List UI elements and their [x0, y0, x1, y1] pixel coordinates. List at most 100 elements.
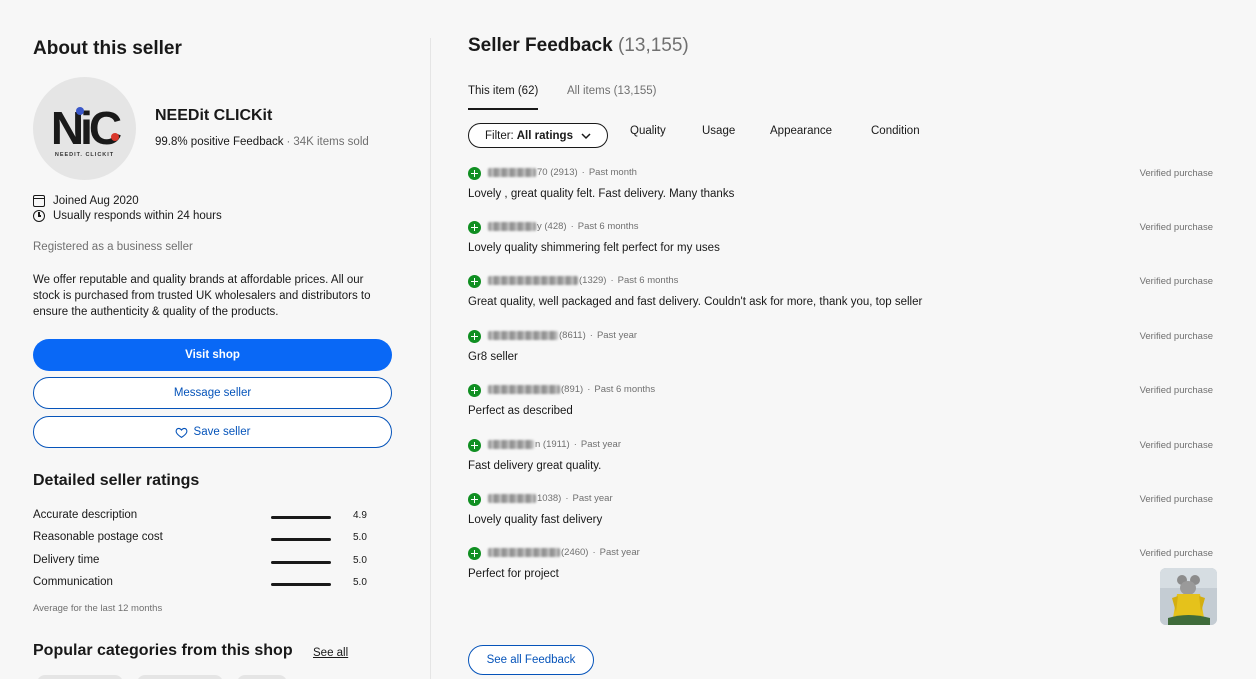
- rating-bar: [271, 583, 331, 586]
- feedback-item: (2460) · Past year Verified purchase Perfe…: [468, 547, 1213, 597]
- meta-separator: ·: [573, 439, 577, 450]
- category-chip[interactable]: [37, 675, 123, 679]
- feedback-meta: 70 (2913) · Past month: [488, 167, 637, 178]
- tab-this-item[interactable]: This item (62): [468, 85, 538, 97]
- filter-tab-usage[interactable]: Usage: [702, 125, 735, 137]
- logo-monogram: NiC: [50, 102, 122, 154]
- seller-name[interactable]: NEEDit CLICKit: [155, 107, 272, 125]
- rating-row: Communication 5.0: [33, 576, 373, 592]
- feedback-time: Past 6 months: [617, 275, 679, 286]
- verified-purchase-label: Verified purchase: [1139, 276, 1213, 287]
- responds-text: Usually responds within 24 hours: [53, 210, 222, 222]
- category-chip[interactable]: [137, 675, 223, 679]
- category-chip[interactable]: [237, 675, 287, 679]
- feedback-photo-thumbnail[interactable]: [1160, 568, 1217, 625]
- seller-stats: 99.8% positive Feedback · 34K items sold: [155, 136, 369, 148]
- blurred-username: [488, 168, 536, 177]
- logo-red-dot: [111, 133, 119, 141]
- feedback-meta: n (1911) · Past year: [488, 439, 621, 450]
- rating-label: Communication: [33, 576, 113, 588]
- filter-label: Filter:: [485, 129, 514, 142]
- filter-tab-condition[interactable]: Condition: [871, 125, 920, 137]
- registered-business-text: Registered as a business seller: [33, 241, 193, 253]
- save-seller-button[interactable]: Save seller: [33, 416, 392, 448]
- feedback-text: Perfect for project: [468, 568, 559, 580]
- chevron-down-icon: [581, 132, 591, 139]
- see-all-feedback-button[interactable]: See all Feedback: [468, 645, 594, 675]
- active-tab-indicator: [468, 108, 538, 110]
- positive-rating-icon: [468, 384, 481, 397]
- detailed-ratings-heading: Detailed seller ratings: [33, 472, 200, 489]
- feedback-text: Fast delivery great quality.: [468, 460, 602, 472]
- verified-purchase-label: Verified purchase: [1139, 494, 1213, 505]
- column-divider: [430, 38, 431, 679]
- feedback-time: Past year: [572, 493, 613, 504]
- logo-blue-dot: [76, 107, 84, 115]
- feedback-item: y (428) · Past 6 months Verified purchase …: [468, 221, 1213, 271]
- joined-text: Joined Aug 2020: [53, 195, 139, 207]
- filter-tab-quality[interactable]: Quality: [630, 125, 666, 137]
- rating-value: 5.0: [353, 555, 367, 566]
- rating-value: 5.0: [353, 577, 367, 588]
- feedback-time: Past 6 months: [594, 384, 656, 395]
- joined-row: Joined Aug 2020: [33, 195, 139, 207]
- verified-purchase-label: Verified purchase: [1139, 385, 1213, 396]
- seller-logo[interactable]: NiC NEEDIT. CLICKIT: [33, 77, 136, 180]
- verified-purchase-label: Verified purchase: [1139, 440, 1213, 451]
- items-sold-text: 34K items sold: [293, 136, 369, 148]
- filter-value: All ratings: [516, 129, 573, 142]
- rating-row: Delivery time 5.0: [33, 554, 373, 570]
- positive-rating-icon: [468, 330, 481, 343]
- positive-rating-icon: [468, 493, 481, 506]
- filter-tab-appearance[interactable]: Appearance: [770, 125, 832, 137]
- blurred-username: [488, 331, 558, 340]
- feedback-user-score: y (428): [537, 221, 567, 232]
- feedback-meta: (1329) · Past 6 months: [488, 275, 678, 286]
- positive-rating-icon: [468, 221, 481, 234]
- photo-image: [1160, 568, 1217, 625]
- feedback-time: Past 6 months: [577, 221, 639, 232]
- visit-shop-label: Visit shop: [185, 349, 240, 361]
- feedback-meta: (891) · Past 6 months: [488, 384, 655, 395]
- feedback-text: Lovely quality shimmering felt perfect f…: [468, 242, 720, 254]
- feedback-heading-text: Seller Feedback: [468, 35, 613, 56]
- rating-bar: [271, 516, 331, 519]
- message-seller-button[interactable]: Message seller: [33, 377, 392, 409]
- meta-separator: ·: [565, 493, 569, 504]
- feedback-user-score: n (1911): [535, 439, 570, 450]
- filter-ratings-dropdown[interactable]: Filter: All ratings: [468, 123, 608, 148]
- feedback-meta: y (428) · Past 6 months: [488, 221, 638, 232]
- feedback-item: 70 (2913) · Past month Verified purchase L…: [468, 167, 1213, 217]
- verified-purchase-label: Verified purchase: [1139, 168, 1213, 179]
- feedback-item: (1329) · Past 6 months Verified purchase G…: [468, 275, 1213, 325]
- verified-purchase-label: Verified purchase: [1139, 222, 1213, 233]
- clock-icon: [33, 210, 45, 222]
- rating-label: Accurate description: [33, 509, 138, 521]
- message-seller-label: Message seller: [173, 387, 252, 399]
- rating-value: 4.9: [353, 510, 367, 521]
- feedback-meta: 1038) · Past year: [488, 493, 613, 504]
- positive-rating-icon: [468, 547, 481, 560]
- seller-feedback-heading: Seller Feedback (13,155): [468, 35, 689, 57]
- feedback-item: (8611) · Past year Verified purchase Gr8 s…: [468, 330, 1213, 380]
- feedback-text: Gr8 seller: [468, 351, 518, 363]
- visit-shop-button[interactable]: Visit shop: [33, 339, 392, 371]
- heart-icon: [175, 427, 187, 438]
- meta-separator: ·: [592, 547, 596, 558]
- feedback-user-score: (891): [561, 384, 584, 395]
- verified-purchase-label: Verified purchase: [1139, 331, 1213, 342]
- positive-rating-icon: [468, 275, 481, 288]
- save-seller-label: Save seller: [193, 426, 251, 438]
- feedback-item: n (1911) · Past year Verified purchase Fas…: [468, 439, 1213, 489]
- meta-separator: ·: [587, 384, 591, 395]
- tab-all-items[interactable]: All items (13,155): [567, 85, 656, 97]
- stats-separator: ·: [286, 136, 291, 148]
- calendar-icon: [33, 195, 45, 207]
- positive-rating-icon: [468, 439, 481, 452]
- see-all-categories-link[interactable]: See all: [313, 647, 348, 659]
- blurred-username: [488, 440, 534, 449]
- feedback-text: Great quality, well packaged and fast de…: [468, 296, 923, 308]
- meta-separator: ·: [610, 275, 614, 286]
- feedback-text: Lovely quality fast delivery: [468, 514, 603, 526]
- feedback-time: Past year: [599, 547, 640, 558]
